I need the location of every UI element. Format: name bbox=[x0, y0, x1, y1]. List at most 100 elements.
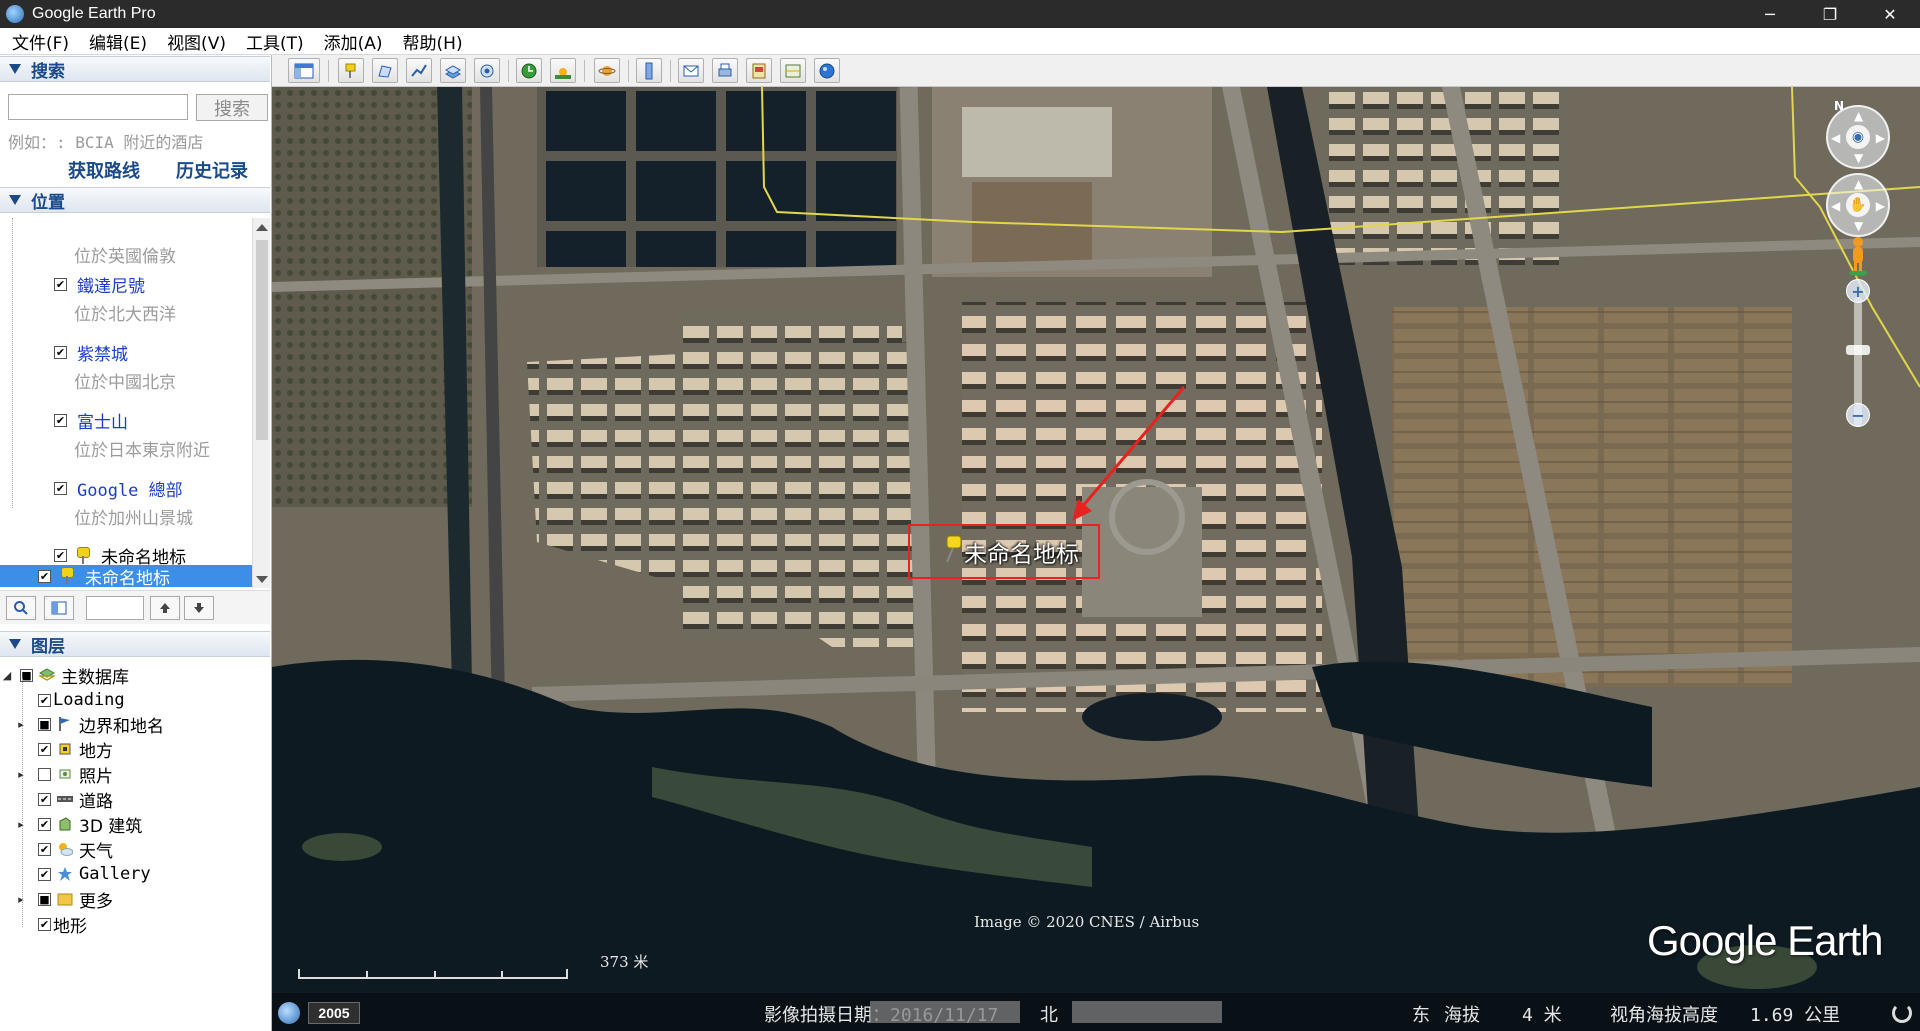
layer-3d-buildings[interactable]: ▸ ✔ 3D 建筑 bbox=[14, 813, 142, 837]
layer-checkbox[interactable]: ✔ bbox=[38, 792, 51, 806]
restore-button[interactable]: ❐ bbox=[1800, 0, 1860, 28]
add-image-overlay-button[interactable] bbox=[440, 58, 466, 83]
search-panel-header[interactable]: 搜索 bbox=[0, 56, 270, 82]
layer-roads[interactable]: ✔ 道路 bbox=[38, 788, 113, 812]
look-control[interactable]: ▲ ▼ ◀ ▶ ◉ bbox=[1826, 105, 1890, 169]
expand-triangle-icon[interactable]: ◢ bbox=[0, 669, 14, 682]
close-button[interactable]: ✕ bbox=[1860, 0, 1920, 28]
earth-view-button[interactable] bbox=[814, 58, 840, 83]
menu-edit[interactable]: 编辑(E) bbox=[89, 29, 147, 54]
expand-arrow-icon[interactable]: ▸ bbox=[14, 893, 28, 906]
building-icon bbox=[59, 817, 71, 831]
scroll-thumb[interactable] bbox=[256, 240, 268, 440]
history-link[interactable]: 历史记录 bbox=[176, 157, 248, 183]
layer-checkbox[interactable]: ✔ bbox=[38, 742, 51, 756]
place-title[interactable]: 富士山 bbox=[77, 408, 128, 433]
eye-icon[interactable]: ◉ bbox=[1846, 125, 1870, 149]
layer-checkbox[interactable]: ✔ bbox=[38, 917, 51, 931]
layer-checkbox[interactable]: ✔ bbox=[38, 693, 51, 707]
layer-checkbox[interactable]: ■ bbox=[38, 892, 51, 906]
layer-checkbox[interactable]: ■ bbox=[38, 717, 51, 731]
search-input[interactable] bbox=[8, 94, 188, 120]
menu-file[interactable]: 文件(F) bbox=[12, 29, 69, 54]
places-filter-input[interactable] bbox=[86, 596, 144, 620]
zoom-slider-thumb[interactable] bbox=[1846, 345, 1870, 355]
place-title[interactable]: 紫禁城 bbox=[77, 340, 128, 365]
menu-add[interactable]: 添加(A) bbox=[324, 29, 383, 54]
zoom-out-button[interactable]: − bbox=[1846, 403, 1870, 427]
placemark-title[interactable]: 未命名地标 bbox=[85, 564, 170, 589]
layers-panel-header[interactable]: 图层 bbox=[0, 631, 270, 657]
menu-help[interactable]: 帮助(H) bbox=[403, 29, 463, 54]
eye-altitude-label: 视角海拔高度 bbox=[1610, 1005, 1718, 1026]
switch-planet-button[interactable] bbox=[594, 58, 620, 83]
place-title[interactable]: Google 總部 bbox=[77, 476, 183, 501]
layer-more[interactable]: ▸ ■ 更多 bbox=[14, 888, 113, 912]
menu-view[interactable]: 视图(V) bbox=[167, 29, 226, 54]
google-earth-app-icon bbox=[6, 5, 24, 23]
sunlight-button[interactable] bbox=[550, 58, 576, 83]
get-directions-link[interactable]: 获取路线 bbox=[68, 157, 140, 183]
place-checkbox[interactable]: ✔ bbox=[54, 549, 67, 562]
record-tour-button[interactable] bbox=[474, 58, 500, 83]
add-placemark-button[interactable] bbox=[338, 58, 364, 83]
move-control[interactable]: ▲ ▼ ◀ ▶ ✋ bbox=[1826, 173, 1890, 237]
layer-weather[interactable]: ✔ 天气 bbox=[38, 838, 113, 862]
expand-arrow-icon[interactable]: ▸ bbox=[14, 768, 28, 781]
hand-icon[interactable]: ✋ bbox=[1846, 193, 1870, 217]
search-button[interactable]: 搜索 bbox=[196, 94, 268, 121]
place-item-titanic[interactable]: ✔ 鐵達尼號 bbox=[54, 272, 145, 297]
placemark-label[interactable]: 未命名地标 bbox=[964, 535, 1079, 569]
places-panel-header[interactable]: 位置 bbox=[0, 187, 270, 213]
view-in-maps-button[interactable] bbox=[780, 58, 806, 83]
layer-photos[interactable]: ▸ 照片 bbox=[14, 763, 113, 787]
imagery-year-badge[interactable]: 2005 bbox=[308, 1002, 360, 1024]
place-title[interactable]: 鐵達尼號 bbox=[77, 272, 145, 297]
layer-places[interactable]: ✔ 地方 bbox=[38, 738, 113, 762]
print-button[interactable] bbox=[712, 58, 738, 83]
ruler-button[interactable] bbox=[636, 58, 662, 83]
layer-borders[interactable]: ▸ ■ 边界和地名 bbox=[14, 713, 164, 737]
place-item-google-hq[interactable]: ✔ Google 總部 bbox=[54, 476, 183, 501]
historical-imagery-icon[interactable] bbox=[278, 1002, 300, 1024]
menu-tools[interactable]: 工具(T) bbox=[246, 29, 304, 54]
layer-checkbox[interactable]: ✔ bbox=[38, 842, 51, 856]
toggle-panel-button[interactable] bbox=[44, 596, 74, 620]
place-checkbox[interactable]: ✔ bbox=[54, 482, 67, 495]
place-checkbox[interactable]: ✔ bbox=[54, 346, 67, 359]
layer-checkbox[interactable] bbox=[38, 767, 51, 781]
map-view[interactable]: 未命名地标 Image © 2020 CNES / Airbus 373 米 G… bbox=[272, 87, 1920, 1031]
toggle-sidebar-button[interactable] bbox=[288, 58, 320, 83]
star-icon bbox=[58, 867, 72, 881]
move-up-button[interactable] bbox=[150, 596, 180, 620]
places-search-button[interactable] bbox=[6, 596, 36, 620]
historical-imagery-button[interactable] bbox=[516, 58, 542, 83]
layer-checkbox[interactable]: ✔ bbox=[38, 867, 51, 881]
street-view-pegman-icon[interactable] bbox=[1847, 235, 1869, 277]
place-checkbox[interactable]: ✔ bbox=[54, 414, 67, 427]
expand-arrow-icon[interactable]: ▸ bbox=[14, 818, 28, 831]
scroll-down-icon[interactable] bbox=[256, 576, 268, 583]
layer-label: 地形 bbox=[53, 916, 87, 937]
placemark-item-selected[interactable]: ✔ 未命名地标 bbox=[0, 564, 252, 589]
add-path-button[interactable] bbox=[406, 58, 432, 83]
layer-primary-database[interactable]: ◢ ■ 主数据库 bbox=[0, 664, 129, 688]
layer-gallery[interactable]: ✔ Gallery bbox=[38, 863, 151, 885]
minimize-button[interactable]: ─ bbox=[1740, 0, 1800, 28]
save-image-button[interactable] bbox=[746, 58, 772, 83]
places-scrollbar[interactable] bbox=[252, 218, 270, 588]
place-item-forbidden-city[interactable]: ✔ 紫禁城 bbox=[54, 340, 128, 365]
email-button[interactable] bbox=[678, 58, 704, 83]
place-checkbox[interactable]: ✔ bbox=[54, 278, 67, 291]
place-checkbox[interactable]: ✔ bbox=[38, 569, 51, 583]
expand-arrow-icon[interactable]: ▸ bbox=[14, 718, 28, 731]
layer-loading[interactable]: ✔ Loading bbox=[38, 689, 125, 711]
add-polygon-button[interactable] bbox=[372, 58, 398, 83]
move-down-button[interactable] bbox=[184, 596, 214, 620]
layer-checkbox[interactable]: ✔ bbox=[38, 817, 51, 831]
layer-terrain[interactable]: ✔ 地形 bbox=[38, 913, 87, 937]
google-earth-logo: Google Earth bbox=[1647, 917, 1883, 964]
place-item-mount-fuji[interactable]: ✔ 富士山 bbox=[54, 408, 128, 433]
zoom-in-button[interactable]: + bbox=[1846, 279, 1870, 303]
scroll-up-icon[interactable] bbox=[256, 224, 268, 231]
